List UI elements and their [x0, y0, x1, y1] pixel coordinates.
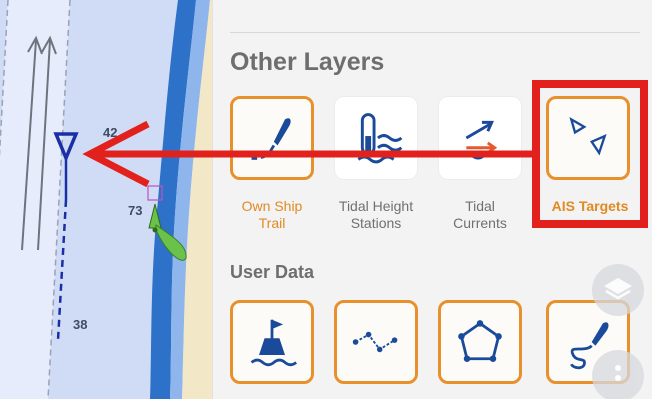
layers-fab[interactable]: [592, 264, 644, 316]
layer-label-own-ship-trail: Own Ship Trail: [241, 198, 303, 231]
user-data-button-areas[interactable]: [438, 300, 522, 384]
layer-label-tidal-currents: Tidal Currents: [453, 198, 507, 231]
nautical-chart[interactable]: [0, 0, 230, 399]
user-data-button-routes[interactable]: [334, 300, 418, 384]
section-title-user-data: User Data: [230, 262, 315, 282]
more-icon: [615, 365, 621, 381]
depth-sounding: 38: [73, 317, 88, 332]
depth-sounding: 42: [103, 125, 118, 140]
buoy-flag-icon: [250, 319, 298, 367]
layer-toggle-tidal-currents[interactable]: [438, 96, 522, 180]
divider: [230, 32, 640, 33]
tide-gauge-icon: [357, 113, 403, 164]
route-icon: [352, 331, 398, 353]
layer-label-tidal-height-stations: Tidal Height Stations: [338, 198, 414, 231]
layers-icon: [604, 278, 632, 300]
ship-trail-icon: [251, 118, 291, 160]
area-polygon-icon: [458, 320, 502, 362]
section-title-other-layers: Other Layers: [230, 48, 385, 76]
more-fab[interactable]: [592, 350, 644, 399]
user-data-button-marks[interactable]: [230, 300, 314, 384]
layer-toggle-own-ship-trail[interactable]: [230, 96, 314, 180]
depth-sounding: 73: [128, 203, 143, 218]
highlight-box: [532, 80, 648, 228]
layer-toggle-tidal-height-stations[interactable]: [334, 96, 418, 180]
tidal-current-icon: [459, 120, 498, 160]
app-screen: 42 73 38 Other Layers Own Ship Trail Tid…: [0, 0, 652, 399]
